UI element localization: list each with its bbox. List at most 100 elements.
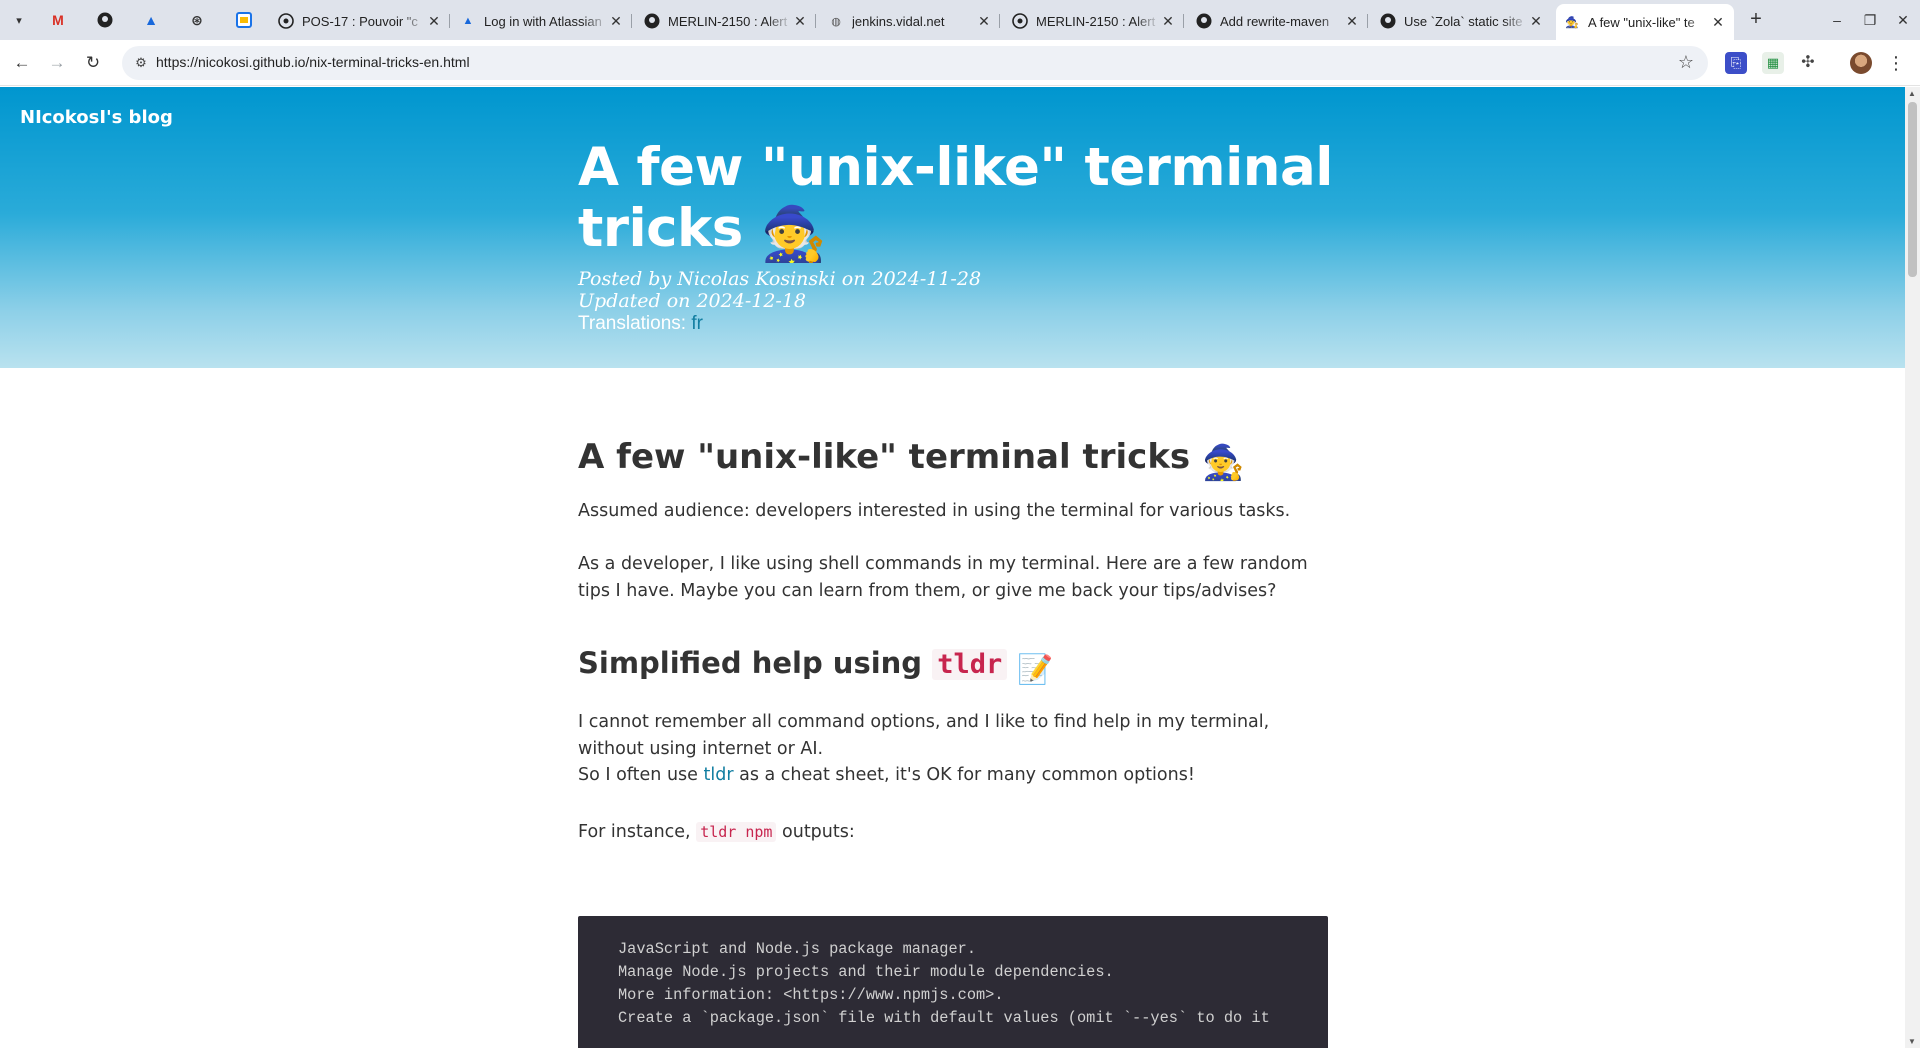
tab-pos-17[interactable]: POS-17 : Pouvoir "c ✕ [270, 6, 450, 36]
tab-rewrite-maven[interactable]: Add rewrite-maven ✕ [1188, 6, 1368, 36]
new-tab-button[interactable]: + [1744, 8, 1768, 32]
page-scrollbar[interactable]: ▲ ▼ [1905, 87, 1920, 1048]
site-info-icon[interactable]: ⚙ [132, 54, 150, 72]
page-header: NIcokosI's blog A few "unix-like" termin… [0, 87, 1905, 368]
close-window-button[interactable]: ✕ [1888, 8, 1918, 32]
globe-icon: ◍ [831, 15, 841, 28]
close-icon[interactable]: ✕ [1710, 14, 1726, 31]
wizard-icon: 🧙 [760, 204, 827, 265]
openai-icon: ⊛ [191, 11, 203, 28]
page-title: A few "unix-like" terminal tricks 🧙 [578, 137, 1358, 265]
text: So I often use [578, 765, 698, 785]
tab-jenkins[interactable]: ◍ jenkins.vidal.net ✕ [820, 6, 1000, 36]
tab-search-button[interactable]: ▾ [8, 9, 30, 31]
chevron-down-icon: ▾ [16, 14, 22, 27]
tab-active-terminal-tricks[interactable]: 🧙 A few "unix-like" te ✕ [1556, 4, 1734, 40]
browser-toolbar: ← → ↻ ⚙ https://nicokosi.github.io/nix-t… [0, 40, 1920, 86]
tab-title: Add rewrite-maven [1220, 13, 1330, 29]
profile-avatar[interactable] [1850, 52, 1872, 74]
tab-merlin-2150[interactable]: MERLIN-2150 : Alert ✕ [636, 6, 816, 36]
minimize-icon: – [1833, 12, 1841, 28]
pinned-tab-calendar[interactable] [232, 9, 256, 31]
section-heading-tldr: Simplified help using tldr 📝 [578, 643, 1053, 689]
close-icon[interactable]: ✕ [608, 13, 624, 30]
url-text[interactable]: https://nicokosi.github.io/nix-terminal-… [156, 54, 470, 70]
plus-icon: + [1750, 8, 1762, 30]
github-icon [97, 12, 113, 28]
translation-link-fr[interactable]: fr [691, 313, 703, 334]
tab-merlin-2150-b[interactable]: MERLIN-2150 : Alert ✕ [1004, 6, 1184, 36]
tab-title: A few "unix-like" te [1588, 14, 1695, 30]
github-icon [644, 13, 660, 29]
github-icon [1380, 13, 1396, 29]
tab-title: Log in with Atlassian [484, 13, 602, 29]
tab-atlassian-login[interactable]: ▲ Log in with Atlassian ✕ [452, 6, 632, 36]
sheets-extension-icon[interactable]: ▦ [1762, 52, 1784, 74]
tab-strip: ▾ M ▲ ⊛ POS-17 : Pouvoir "c ✕ ▲ Log in w… [0, 0, 1920, 40]
gmail-icon: M [52, 12, 64, 28]
memo-icon: 📝 [1017, 652, 1054, 686]
section-heading-text: Simplified help using [578, 646, 923, 680]
code-line: More information: <https://www.npmjs.com… [618, 986, 1004, 1004]
close-icon[interactable]: ✕ [1528, 13, 1544, 30]
github-icon [1196, 13, 1212, 29]
audience-paragraph: Assumed audience: developers interested … [578, 501, 1291, 521]
intro-paragraph: As a developer, I like using shell comma… [578, 554, 1308, 601]
close-icon: ✕ [1897, 12, 1909, 28]
wizard-icon: 🧙 [1202, 443, 1245, 483]
pinned-tab-openai[interactable]: ⊛ [185, 9, 209, 31]
back-button[interactable]: ← [10, 51, 34, 75]
code-block: JavaScript and Node.js package manager. … [578, 916, 1328, 1048]
atlassian-icon: ▲ [144, 12, 158, 28]
close-icon[interactable]: ✕ [426, 13, 442, 30]
text: outputs: [782, 822, 855, 842]
scroll-down-icon[interactable]: ▼ [1908, 1037, 1916, 1046]
github-icon [278, 13, 294, 29]
close-icon[interactable]: ✕ [976, 13, 992, 30]
tab-title: Use `Zola` static site [1404, 13, 1523, 29]
minimize-button[interactable]: – [1822, 8, 1852, 32]
inline-code: tldr [932, 649, 1008, 680]
reload-button[interactable]: ↻ [81, 51, 105, 75]
tldr-link[interactable]: tldr [704, 765, 734, 785]
often-paragraph: So I often use tldr as a cheat sheet, it… [578, 762, 1338, 789]
arrow-right-icon: → [48, 53, 66, 72]
article-heading: A few "unix-like" terminal tricks 🧙 [578, 435, 1244, 485]
scroll-thumb[interactable] [1908, 102, 1917, 277]
restore-button[interactable]: ❐ [1855, 8, 1885, 32]
calendar-icon [236, 12, 252, 28]
posted-by: Posted by Nicolas Kosinski on 2024-11-28 [578, 268, 982, 290]
tab-zola[interactable]: Use `Zola` static site ✕ [1372, 6, 1552, 36]
restore-icon: ❐ [1863, 12, 1877, 28]
reload-icon: ↻ [85, 53, 101, 72]
close-icon[interactable]: ✕ [1160, 13, 1176, 30]
inline-code: tldr npm [696, 822, 777, 842]
github-icon [1012, 13, 1028, 29]
extension-icon[interactable]: ⎘ [1725, 52, 1747, 74]
pinned-tab-github[interactable] [93, 9, 117, 31]
arrow-left-icon: ← [13, 53, 31, 72]
atlassian-icon: ▲ [462, 15, 474, 27]
post-meta: Posted by Nicolas Kosinski on 2024-11-28… [578, 268, 981, 312]
pinned-tab-gmail[interactable]: M [46, 9, 70, 31]
tab-title: MERLIN-2150 : Alert [668, 13, 788, 29]
page-title-text: A few "unix-like" terminal tricks [578, 137, 1333, 259]
bookmark-star-icon[interactable]: ☆ [1678, 52, 1694, 73]
extensions-puzzle-icon[interactable]: ✣ [1797, 52, 1819, 74]
menu-kebab-icon[interactable]: ⋮ [1886, 51, 1906, 75]
updated-on: Updated on 2024-12-18 [578, 290, 807, 312]
pinned-tab-atlassian[interactable]: ▲ [139, 9, 163, 31]
address-bar[interactable]: ⚙ https://nicokosi.github.io/nix-termina… [122, 46, 1708, 80]
blog-name-link[interactable]: NIcokosI's blog [20, 107, 173, 128]
text: as a cheat sheet, it's OK for many commo… [739, 765, 1195, 785]
tab-title: POS-17 : Pouvoir "c [302, 13, 418, 29]
close-icon[interactable]: ✕ [792, 13, 808, 30]
article-heading-text: A few "unix-like" terminal tricks [578, 437, 1191, 477]
close-icon[interactable]: ✕ [1344, 13, 1360, 30]
forward-button[interactable]: → [45, 51, 69, 75]
text: For instance, [578, 822, 691, 842]
code-line: Create a `package.json` file with defaul… [618, 1009, 1270, 1027]
remember-paragraph: I cannot remember all command options, a… [578, 712, 1270, 759]
scroll-up-icon[interactable]: ▲ [1908, 89, 1916, 98]
tab-title: MERLIN-2150 : Alert [1036, 13, 1156, 29]
